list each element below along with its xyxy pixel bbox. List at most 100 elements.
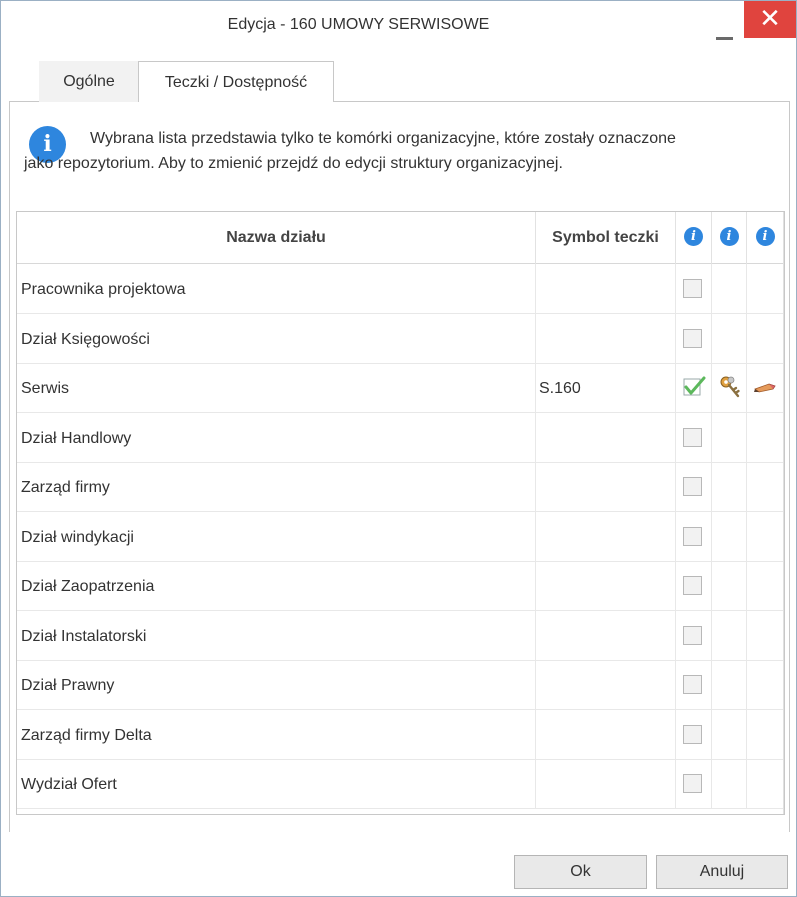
default-cell bbox=[747, 759, 783, 808]
folder-symbol bbox=[536, 709, 676, 759]
cancel-button[interactable]: Anuluj bbox=[656, 855, 788, 889]
department-name: Dział Zaopatrzenia bbox=[17, 561, 536, 610]
folder-symbol bbox=[536, 511, 676, 561]
default-cell bbox=[747, 710, 783, 759]
table-row[interactable]: Dział Prawny bbox=[17, 660, 783, 710]
window-title: Edycja - 160 UMOWY SERWISOWE bbox=[227, 16, 490, 33]
table-row[interactable]: Wydział Ofert bbox=[17, 759, 783, 809]
table-row[interactable]: Serwis S.160 bbox=[17, 363, 783, 413]
permissions-cell bbox=[712, 561, 747, 610]
default-cell bbox=[747, 611, 783, 660]
default-cell bbox=[747, 363, 783, 412]
folder-symbol bbox=[536, 462, 676, 511]
department-name: Dział windykacji bbox=[17, 511, 536, 561]
folder-symbol: S.160 bbox=[536, 363, 676, 412]
permissions-cell bbox=[712, 660, 747, 709]
assign-checkbox[interactable] bbox=[683, 774, 702, 793]
table-row[interactable]: Pracownika projektowa bbox=[17, 264, 783, 314]
close-button[interactable]: ✕ bbox=[744, 1, 796, 38]
default-cell bbox=[747, 512, 783, 561]
department-name: Pracownika projektowa bbox=[17, 264, 536, 313]
column-header-symbol[interactable]: Symbol teczki bbox=[536, 212, 676, 264]
tab-content: i Wybrana lista przedstawia tylko te kom… bbox=[9, 102, 790, 832]
folder-symbol bbox=[536, 561, 676, 610]
column-header-assign: i bbox=[676, 212, 712, 264]
table-row[interactable]: Dział Zaopatrzenia bbox=[17, 561, 783, 611]
permissions-cell bbox=[712, 511, 747, 561]
assign-cell bbox=[676, 511, 712, 561]
column-header-permissions: i bbox=[712, 212, 747, 264]
assign-checkbox[interactable] bbox=[683, 427, 702, 447]
info-message: Wybrana lista przedstawia tylko te komór… bbox=[24, 130, 676, 172]
column-header-default: i bbox=[747, 212, 783, 264]
assign-checkbox[interactable] bbox=[683, 526, 702, 546]
check-icon[interactable] bbox=[682, 375, 706, 397]
permissions-cell bbox=[712, 363, 747, 412]
assign-checkbox[interactable] bbox=[683, 279, 702, 298]
department-name: Dział Handlowy bbox=[17, 412, 536, 462]
assign-checkbox[interactable] bbox=[683, 675, 702, 694]
title-bar: Edycja - 160 UMOWY SERWISOWE ✕ bbox=[1, 1, 796, 53]
info-icon[interactable]: i bbox=[755, 226, 775, 246]
department-name: Dział Prawny bbox=[17, 660, 536, 709]
default-cell bbox=[747, 314, 783, 363]
folder-symbol bbox=[536, 264, 676, 313]
department-name: Serwis bbox=[17, 363, 536, 412]
table-row[interactable]: Dział Księgowości bbox=[17, 313, 783, 364]
department-name: Dział Instalatorski bbox=[17, 610, 536, 660]
minimize-button[interactable] bbox=[706, 15, 740, 43]
tab-general[interactable]: Ogólne bbox=[39, 61, 139, 102]
default-cell bbox=[747, 462, 783, 511]
department-name: Dział Księgowości bbox=[17, 313, 536, 363]
key-icon[interactable] bbox=[719, 375, 741, 399]
tab-folders-availability[interactable]: Teczki / Dostępność bbox=[138, 61, 334, 103]
folder-symbol bbox=[536, 660, 676, 709]
column-header-name[interactable]: Nazwa działu bbox=[17, 212, 536, 264]
default-cell bbox=[747, 660, 783, 709]
departments-table: Nazwa działu Symbol teczki i i i Pracown… bbox=[16, 211, 785, 815]
permissions-cell bbox=[712, 412, 747, 462]
assign-checkbox[interactable] bbox=[683, 576, 702, 595]
assign-checkbox[interactable] bbox=[683, 625, 702, 645]
department-name: Zarząd firmy bbox=[17, 462, 536, 511]
pencil-icon[interactable] bbox=[753, 380, 777, 394]
tab-bar: Ogólne Teczki / Dostępność bbox=[9, 61, 790, 103]
assign-cell bbox=[676, 561, 712, 610]
table-row[interactable]: Zarząd firmy bbox=[17, 462, 783, 512]
assign-cell bbox=[676, 759, 712, 808]
table-row[interactable]: Zarząd firmy Delta bbox=[17, 709, 783, 760]
table-row[interactable]: Dział Instalatorski bbox=[17, 610, 783, 661]
dialog-footer: Ok Anuluj bbox=[1, 832, 796, 896]
assign-cell bbox=[676, 313, 712, 363]
assign-checkbox[interactable] bbox=[683, 328, 702, 348]
permissions-cell bbox=[712, 759, 747, 808]
default-cell bbox=[747, 264, 783, 313]
info-icon[interactable]: i bbox=[719, 226, 739, 246]
ok-button[interactable]: Ok bbox=[514, 855, 647, 889]
assign-cell bbox=[676, 412, 712, 462]
assign-cell bbox=[676, 709, 712, 759]
assign-cell bbox=[676, 660, 712, 709]
permissions-cell bbox=[712, 709, 747, 759]
assign-checkbox[interactable] bbox=[683, 724, 702, 744]
department-name: Zarząd firmy Delta bbox=[17, 709, 536, 759]
folder-symbol bbox=[536, 313, 676, 363]
assign-cell bbox=[676, 610, 712, 660]
default-cell bbox=[747, 561, 783, 610]
assign-cell bbox=[676, 363, 712, 412]
assign-cell bbox=[676, 264, 712, 313]
vertical-scrollbar[interactable] bbox=[783, 212, 784, 814]
folder-symbol bbox=[536, 759, 676, 808]
default-cell bbox=[747, 413, 783, 462]
permissions-cell bbox=[712, 313, 747, 363]
table-row[interactable]: Dział windykacji bbox=[17, 511, 783, 562]
permissions-cell bbox=[712, 610, 747, 660]
assign-checkbox[interactable] bbox=[683, 477, 702, 496]
dialog-window: Edycja - 160 UMOWY SERWISOWE ✕ Ogólne Te… bbox=[0, 0, 797, 897]
folder-symbol bbox=[536, 412, 676, 462]
assign-cell bbox=[676, 462, 712, 511]
table-header: Nazwa działu Symbol teczki i i i bbox=[17, 212, 783, 264]
info-icon[interactable]: i bbox=[684, 226, 703, 246]
permissions-cell bbox=[712, 462, 747, 511]
table-row[interactable]: Dział Handlowy bbox=[17, 412, 783, 463]
